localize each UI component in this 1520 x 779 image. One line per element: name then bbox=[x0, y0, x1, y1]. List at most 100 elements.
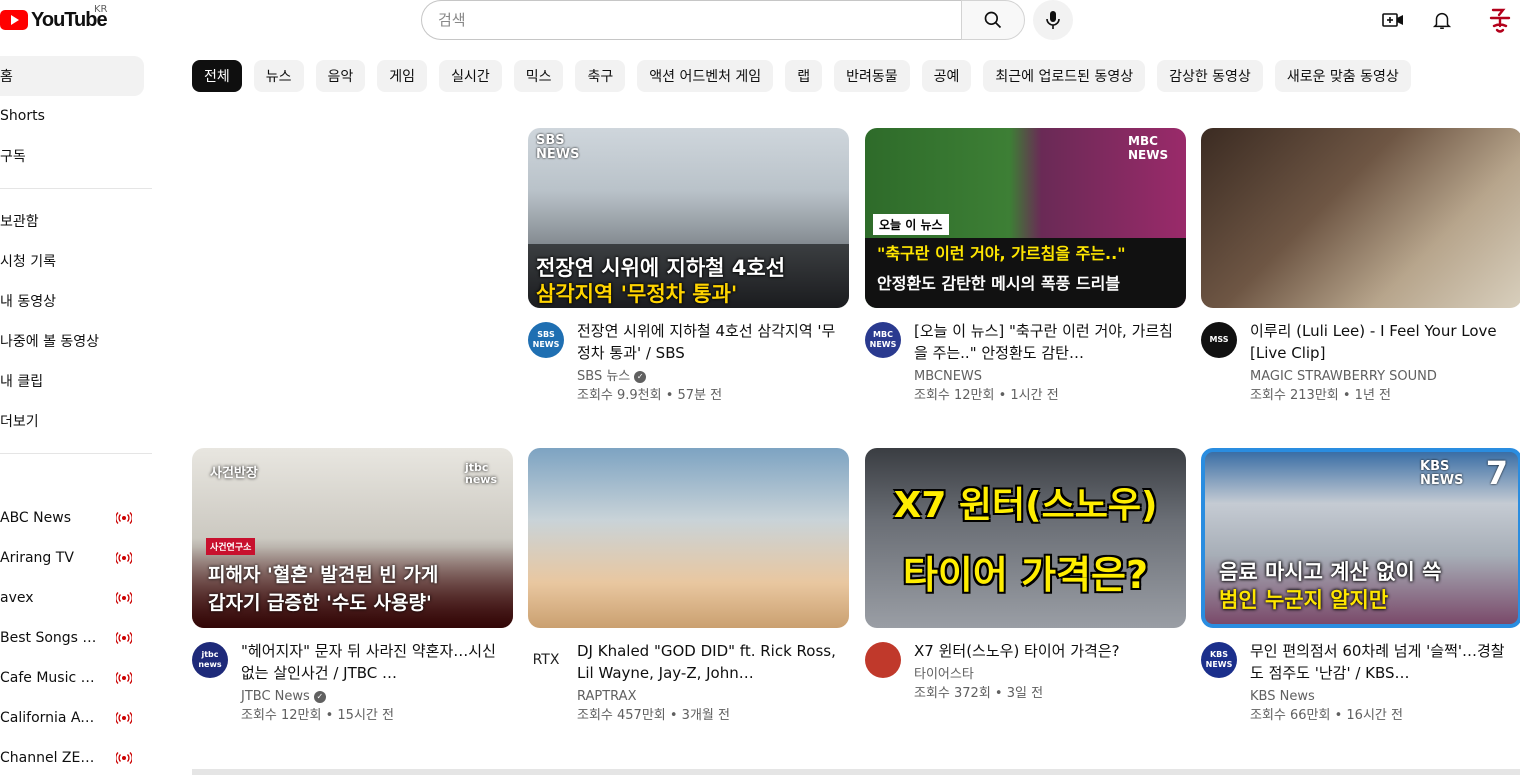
sidebar-item[interactable]: California Acad… bbox=[0, 698, 152, 738]
filter-chip[interactable]: 믹스 bbox=[513, 60, 564, 92]
channel-avatar[interactable]: MBC NEWS bbox=[865, 322, 901, 358]
sidebar-item[interactable]: Channel ZERO bbox=[0, 738, 152, 778]
video-thumbnail[interactable] bbox=[1201, 128, 1520, 308]
filter-chip[interactable]: 공예 bbox=[921, 60, 972, 92]
video-stats: 조회수 12만회 • 15시간 전 bbox=[241, 708, 394, 723]
video-title[interactable]: DJ Khaled "GOD DID" ft. Rick Ross, Lil W… bbox=[577, 640, 849, 684]
channel-avatar[interactable]: MSS bbox=[1201, 322, 1237, 358]
filter-chip[interactable]: 축구 bbox=[575, 60, 626, 92]
video-thumbnail[interactable]: KBS NEWS 7 음료 마시고 계산 없이 쓱 범인 누군지 알지만 bbox=[1201, 448, 1520, 628]
filter-chip[interactable]: 최근에 업로드된 동영상 bbox=[983, 60, 1146, 92]
channel-name-row[interactable]: RAPTRAX bbox=[577, 688, 849, 706]
sidebar-item[interactable]: 더보기 bbox=[0, 401, 152, 441]
horizontal-scrollbar[interactable] bbox=[192, 769, 1520, 775]
sidebar-item-label: Cafe Music BG… bbox=[0, 670, 100, 686]
sidebar-item[interactable]: 내 동영상 bbox=[0, 281, 152, 321]
channel-name-row[interactable]: KBS News bbox=[1250, 688, 1520, 706]
bell-icon bbox=[1432, 12, 1452, 29]
video-card[interactable]: SBS NEWS 전장연 시위에 지하철 4호선 삼각지역 '무정차 통과' SBS … bbox=[528, 128, 849, 406]
channel-name[interactable]: JTBC News bbox=[241, 688, 310, 706]
filter-chip[interactable]: 감상한 동영상 bbox=[1157, 60, 1263, 92]
video-thumbnail[interactable] bbox=[528, 448, 849, 628]
live-broadcast-icon bbox=[116, 632, 132, 644]
channel-name[interactable]: SBS 뉴스 bbox=[577, 368, 630, 386]
create-video-button[interactable] bbox=[1381, 8, 1405, 32]
video-details: RTX DJ Khaled "GOD DID" ft. Rick Ross, Li… bbox=[528, 640, 849, 726]
channel-avatar[interactable]: KBS NEWS bbox=[1201, 642, 1237, 678]
video-details: SBS NEWS 전장연 시위에 지하철 4호선 삼각지역 '무정차 통과' / … bbox=[528, 320, 849, 406]
channel-name[interactable]: RAPTRAX bbox=[577, 688, 636, 706]
video-thumbnail[interactable]: MBC NEWS 오늘 이 뉴스 "축구란 이런 거야, 가르침을 주는.." 안정환… bbox=[865, 128, 1186, 308]
video-card[interactable]: KBS NEWS 7 음료 마시고 계산 없이 쓱 범인 누군지 알지만 KBS NEW… bbox=[1201, 448, 1520, 726]
sidebar-item[interactable]: Shorts bbox=[0, 96, 152, 136]
video-title[interactable]: 전장연 시위에 지하철 4호선 삼각지역 '무정차 통과' / SBS bbox=[577, 320, 849, 364]
channel-avatar[interactable]: SBS NEWS bbox=[528, 322, 564, 358]
channel-avatar[interactable]: jtbc news bbox=[192, 642, 228, 678]
video-stats: 조회수 457만회 • 3개월 전 bbox=[577, 708, 730, 723]
filter-chip[interactable]: 뉴스 bbox=[253, 60, 304, 92]
sidebar-item[interactable]: ABC News bbox=[0, 498, 152, 538]
thumbnail-channel-logo: jtbc news bbox=[465, 461, 498, 486]
thumbnail-tag: 사건연구소 bbox=[206, 538, 256, 555]
account-avatar[interactable] bbox=[1486, 4, 1514, 36]
filter-chip[interactable]: 전체 bbox=[192, 60, 242, 92]
video-thumbnail[interactable]: 사건반장 jtbc news 사건연구소 피해자 '혈흔' 발견된 빈 가게 갑자기 급… bbox=[192, 448, 513, 628]
filter-chip[interactable]: 랩 bbox=[785, 60, 823, 92]
sidebar-item[interactable]: 구독 bbox=[0, 136, 152, 176]
channel-name[interactable]: KBS News bbox=[1250, 688, 1315, 706]
voice-search-button[interactable] bbox=[1033, 0, 1073, 40]
sidebar-item[interactable]: avex bbox=[0, 578, 152, 618]
sidebar-item-label: ABC News bbox=[0, 510, 71, 526]
youtube-logo[interactable]: YouTube KR bbox=[0, 4, 108, 34]
filter-chip[interactable]: 반려동물 bbox=[834, 60, 910, 92]
video-card[interactable]: RTX DJ Khaled "GOD DID" ft. Rick Ross, Li… bbox=[528, 448, 849, 726]
video-card[interactable]: MBC NEWS 오늘 이 뉴스 "축구란 이런 거야, 가르침을 주는.." 안정환… bbox=[865, 128, 1186, 406]
filter-chip[interactable]: 실시간 bbox=[439, 60, 502, 92]
thumbnail-caption: 삼각지역 '무정차 통과' bbox=[536, 282, 738, 306]
search-input[interactable] bbox=[438, 11, 962, 29]
search-icon bbox=[984, 11, 1002, 29]
video-stats: 조회수 372회 • 3일 전 bbox=[914, 686, 1044, 701]
search-box[interactable] bbox=[421, 0, 962, 40]
video-stats: 조회수 66만회 • 16시간 전 bbox=[1250, 708, 1403, 723]
sidebar-item[interactable]: Arirang TV bbox=[0, 538, 152, 578]
video-title[interactable]: "헤어지자" 문자 뒤 사라진 약혼자…시신 없는 살인사건 / JTBC … bbox=[241, 640, 513, 684]
sidebar-item[interactable]: 홈 bbox=[0, 56, 144, 96]
channel-name-row[interactable]: JTBC News ✓ bbox=[241, 688, 513, 706]
sidebar-item[interactable]: Cafe Music BG… bbox=[0, 658, 152, 698]
filter-chip[interactable]: 음악 bbox=[315, 60, 366, 92]
sidebar-item-label: Channel ZERO bbox=[0, 750, 100, 766]
video-title[interactable]: 무인 편의점서 60차례 넘게 '슬쩍'…경찰도 점주도 '난감' / KBS… bbox=[1250, 640, 1520, 684]
channel-name-row[interactable]: MBCNEWS bbox=[914, 368, 1186, 386]
channel-name[interactable]: 타이어스타 bbox=[914, 666, 974, 684]
sidebar-item[interactable]: 내 클립 bbox=[0, 361, 152, 401]
filter-chip[interactable]: 액션 어드벤처 게임 bbox=[637, 60, 774, 92]
sidebar-item[interactable]: Best Songs Co… bbox=[0, 618, 152, 658]
notifications-button[interactable] bbox=[1430, 8, 1454, 32]
sidebar-item[interactable]: 나중에 볼 동영상 bbox=[0, 321, 152, 361]
video-card[interactable]: 사건반장 jtbc news 사건연구소 피해자 '혈흔' 발견된 빈 가게 갑자기 급… bbox=[192, 448, 513, 726]
channel-name-row[interactable]: 타이어스타 bbox=[914, 666, 1186, 684]
video-title[interactable]: [오늘 이 뉴스] "축구란 이런 거야, 가르침을 주는.." 안정환도 감탄… bbox=[914, 320, 1186, 364]
channel-name-row[interactable]: MAGIC STRAWBERRY SOUND bbox=[1250, 368, 1520, 386]
sidebar-item[interactable]: 보관함 bbox=[0, 201, 152, 241]
thumbnail-tag: 오늘 이 뉴스 bbox=[873, 214, 949, 235]
thumbnail-caption: 음료 마시고 계산 없이 쓱 bbox=[1219, 560, 1442, 584]
filter-chip[interactable]: 새로운 맞춤 동영상 bbox=[1274, 60, 1411, 92]
video-thumbnail[interactable]: SBS NEWS 전장연 시위에 지하철 4호선 삼각지역 '무정차 통과' bbox=[528, 128, 849, 308]
video-thumbnail[interactable]: X7 윈터(스노우) 타이어 가격은? bbox=[865, 448, 1186, 628]
channel-name[interactable]: MAGIC STRAWBERRY SOUND bbox=[1250, 368, 1437, 386]
video-card[interactable]: MSS 이루리 (Luli Lee) - I Feel Your Love [Li… bbox=[1201, 128, 1520, 406]
sidebar-item[interactable]: 시청 기록 bbox=[0, 241, 152, 281]
search-button[interactable] bbox=[961, 0, 1025, 40]
category-chips: 전체 뉴스 음악 게임 실시간 믹스 축구 액션 어드벤처 게임 랩 반려동물 공예 최근에 업로드된… bbox=[192, 60, 1411, 92]
video-title[interactable]: X7 윈터(스노우) 타이어 가격은? bbox=[914, 640, 1186, 662]
video-title[interactable]: 이루리 (Luli Lee) - I Feel Your Love [Live … bbox=[1250, 320, 1520, 364]
channel-name[interactable]: MBCNEWS bbox=[914, 368, 982, 386]
filter-chip[interactable]: 게임 bbox=[377, 60, 428, 92]
channel-avatar[interactable]: RTX bbox=[528, 642, 564, 678]
channel-avatar[interactable] bbox=[865, 642, 901, 678]
live-broadcast-icon bbox=[116, 752, 132, 764]
channel-name-row[interactable]: SBS 뉴스 ✓ bbox=[577, 368, 849, 386]
video-card[interactable]: X7 윈터(스노우) 타이어 가격은? X7 윈터(스노우) 타이어 가격은? 타이어… bbox=[865, 448, 1186, 704]
